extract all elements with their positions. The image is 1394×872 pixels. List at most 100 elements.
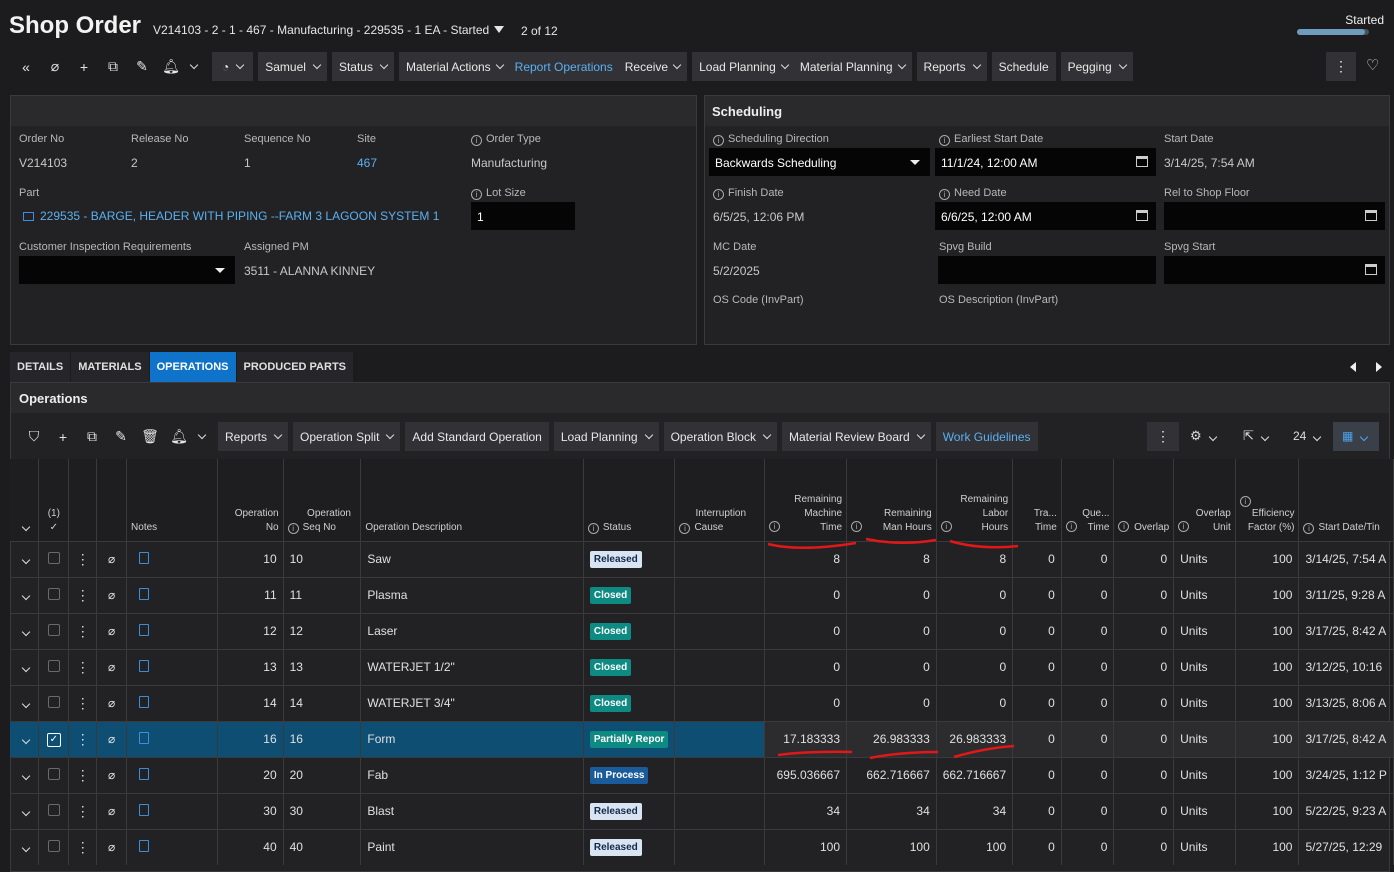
row-menu[interactable]: ⋮ bbox=[68, 756, 98, 793]
site-link[interactable]: 467 bbox=[357, 156, 377, 170]
row-checkbox[interactable] bbox=[47, 659, 60, 672]
tab-produced-parts[interactable]: PRODUCED PARTS bbox=[236, 352, 354, 382]
row-notes[interactable] bbox=[126, 576, 218, 613]
row-checkbox[interactable] bbox=[47, 551, 60, 564]
col-efficiency[interactable]: i Efficiency Factor (%) bbox=[1235, 459, 1300, 541]
row-expand[interactable] bbox=[10, 756, 40, 793]
row-select[interactable] bbox=[38, 756, 70, 793]
bell-chevron-down-icon[interactable] bbox=[197, 430, 207, 439]
schedule-button[interactable]: Schedule bbox=[991, 52, 1056, 81]
grid-view-toggle[interactable]: ▦ bbox=[1333, 422, 1379, 451]
col-status[interactable]: i Status bbox=[583, 459, 676, 541]
row-expand[interactable] bbox=[10, 648, 40, 685]
customer-inspection-select[interactable] bbox=[19, 256, 235, 284]
export-icon[interactable]: ⇱ bbox=[1243, 428, 1270, 444]
add-standard-operation-button[interactable]: Add Standard Operation bbox=[405, 422, 549, 451]
row-expand[interactable] bbox=[10, 612, 40, 649]
row-menu[interactable]: ⋮ bbox=[68, 828, 98, 865]
spvg-start-input[interactable] bbox=[1164, 256, 1385, 284]
report-operations-link[interactable]: Report Operations bbox=[515, 60, 613, 74]
pegging-button[interactable]: Pegging bbox=[1060, 52, 1133, 81]
row-attachment[interactable]: ⌀ bbox=[96, 576, 128, 613]
duplicate-icon[interactable]: ⧉ bbox=[101, 58, 125, 75]
settings-gear-icon[interactable]: ⚙ bbox=[1190, 428, 1217, 444]
spvg-build-input[interactable] bbox=[938, 256, 1156, 284]
row-notes[interactable] bbox=[126, 756, 218, 793]
col-transport-time[interactable]: Tra... Time bbox=[1012, 459, 1062, 541]
row-attachment[interactable]: ⌀ bbox=[96, 684, 128, 721]
calendar-icon[interactable] bbox=[1136, 156, 1148, 167]
row-menu[interactable]: ⋮ bbox=[68, 684, 98, 721]
earliest-start-input[interactable]: 11/1/24, 12:00 AM bbox=[935, 148, 1156, 176]
table-row[interactable]: ⋮ ⌀ 13 13 WATERJET 1/2" Closed 0 0 0 0 0 0 Units 100 3… bbox=[10, 648, 1394, 685]
row-checkbox[interactable] bbox=[47, 839, 60, 852]
edit-icon[interactable]: ✎ bbox=[130, 58, 154, 75]
expand-all-header[interactable] bbox=[10, 459, 40, 541]
col-remaining-labor-hours[interactable]: i Remaining Labor Hours bbox=[936, 459, 1014, 541]
chart-menu-button[interactable]: ◔ bbox=[212, 52, 254, 81]
col-operation-no[interactable]: Operation No bbox=[217, 459, 284, 541]
edit-icon[interactable]: ✎ bbox=[109, 428, 133, 445]
favorite-heart-icon[interactable]: ♡ bbox=[1366, 56, 1379, 74]
bell-icon[interactable]: 🔔︎ bbox=[159, 58, 183, 75]
row-checkbox[interactable] bbox=[47, 587, 60, 600]
calendar-icon[interactable] bbox=[1365, 210, 1377, 221]
add-icon[interactable]: + bbox=[51, 429, 75, 445]
row-checkbox[interactable] bbox=[47, 623, 60, 636]
row-menu[interactable]: ⋮ bbox=[68, 720, 98, 757]
scroll-left-icon[interactable] bbox=[1350, 362, 1356, 372]
col-start-date[interactable]: i Start Date/Tin bbox=[1298, 459, 1394, 541]
row-expand[interactable] bbox=[10, 792, 40, 829]
row-select[interactable] bbox=[38, 684, 70, 721]
row-attachment[interactable]: ⌀ bbox=[96, 792, 128, 829]
row-notes[interactable] bbox=[126, 612, 218, 649]
need-date-input[interactable]: 6/6/25, 12:00 AM bbox=[935, 202, 1156, 230]
row-select[interactable]: ✓ bbox=[38, 720, 70, 757]
row-notes[interactable] bbox=[126, 828, 218, 865]
row-expand[interactable] bbox=[10, 720, 40, 757]
row-attachment[interactable]: ⌀ bbox=[96, 648, 128, 685]
row-attachment[interactable]: ⌀ bbox=[96, 540, 128, 577]
ops-load-planning-button[interactable]: Load Planning bbox=[553, 422, 659, 451]
rel-shop-floor-input[interactable] bbox=[1164, 202, 1385, 230]
calendar-icon[interactable] bbox=[1365, 264, 1377, 275]
row-select[interactable] bbox=[38, 540, 70, 577]
row-notes[interactable] bbox=[126, 792, 218, 829]
table-row[interactable]: ✓ ⋮ ⌀ 16 16 Form Partially Repor 17.183333 26.98… bbox=[10, 720, 1394, 757]
status-menu-button[interactable]: Status bbox=[331, 52, 394, 81]
row-menu[interactable]: ⋮ bbox=[68, 648, 98, 685]
operation-block-button[interactable]: Operation Block bbox=[663, 422, 777, 451]
row-select[interactable] bbox=[38, 576, 70, 613]
row-attachment[interactable]: ⌀ bbox=[96, 828, 128, 865]
row-menu[interactable]: ⋮ bbox=[68, 540, 98, 577]
row-select[interactable] bbox=[38, 648, 70, 685]
tab-materials[interactable]: MATERIALS bbox=[71, 352, 149, 382]
select-all-header[interactable]: (1) ✓ bbox=[38, 459, 70, 541]
duplicate-icon[interactable]: ⧉ bbox=[80, 428, 104, 445]
row-attachment[interactable]: ⌀ bbox=[96, 720, 128, 757]
col-remaining-man-hours[interactable]: i Remaining Man Hours bbox=[846, 459, 937, 541]
bell-icon[interactable]: 🔔︎ bbox=[167, 428, 191, 445]
row-menu[interactable]: ⋮ bbox=[68, 612, 98, 649]
table-row[interactable]: ⋮ ⌀ 10 10 Saw Released 8 8 8 0 0 0 Units 100 3/14/25, … bbox=[10, 540, 1394, 577]
col-notes[interactable]: Notes bbox=[126, 459, 218, 541]
ops-more-button[interactable]: ⋮ bbox=[1147, 422, 1179, 451]
tab-operations[interactable]: OPERATIONS bbox=[149, 352, 236, 382]
row-select[interactable] bbox=[38, 792, 70, 829]
table-row[interactable]: ⋮ ⌀ 40 40 Paint Released 100 100 100 0 0 0 Units 100 5… bbox=[10, 828, 1394, 865]
col-remaining-machine-time[interactable]: i Remaining Machine Time bbox=[764, 459, 848, 541]
row-expand[interactable] bbox=[10, 828, 40, 865]
receive-label[interactable]: Receive bbox=[625, 60, 668, 74]
row-attachment[interactable]: ⌀ bbox=[96, 756, 128, 793]
row-menu[interactable]: ⋮ bbox=[68, 576, 98, 613]
row-expand[interactable] bbox=[10, 576, 40, 613]
scroll-right-icon[interactable] bbox=[1376, 362, 1382, 372]
row-checkbox[interactable] bbox=[47, 803, 60, 816]
delete-icon[interactable]: 🗑︎ bbox=[138, 428, 162, 445]
row-select[interactable] bbox=[38, 612, 70, 649]
add-icon[interactable]: + bbox=[72, 59, 96, 75]
col-overlap[interactable]: i Overlap bbox=[1113, 459, 1175, 541]
row-notes[interactable] bbox=[126, 684, 218, 721]
page-size-select[interactable]: 24 bbox=[1293, 429, 1322, 443]
table-row[interactable]: ⋮ ⌀ 20 20 Fab In Process 695.036667 662.716667 6… bbox=[10, 756, 1394, 793]
